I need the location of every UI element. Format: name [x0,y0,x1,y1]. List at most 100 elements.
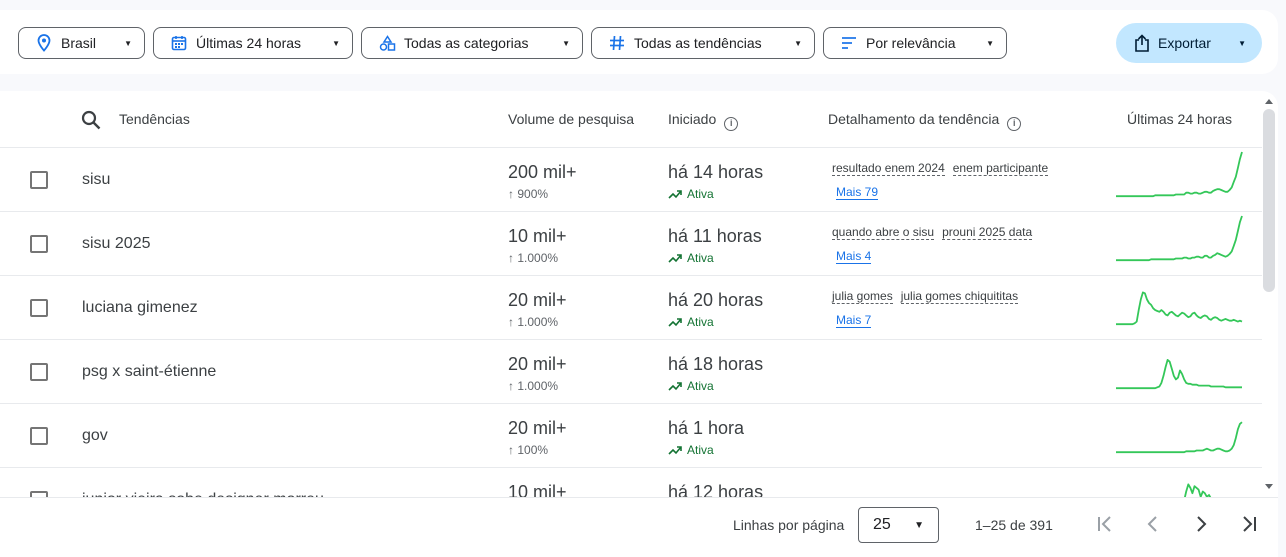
volume-increase-value: 1.000% [517,251,559,265]
hashtag-icon [608,34,626,52]
sparkline-chart [1116,151,1243,198]
sparkline-line [1116,151,1243,198]
sparkline-chart [1116,421,1243,454]
category-filter[interactable]: Todas as categorias ▼ [361,27,583,59]
info-icon[interactable]: i [1007,117,1022,131]
caret-down-icon: ▼ [1238,38,1246,48]
time-filter-label: Últimas 24 horas [196,35,302,51]
header-breakdown: Detalhamento da tendência i [828,111,1022,131]
category-filter-label: Todas as categorias [404,35,529,51]
breakdown-chip[interactable]: resultado enem 2024 [832,161,945,176]
trending-up-icon [668,446,682,455]
rows-per-page-label: Linhas por página [733,517,845,533]
export-label: Exportar [1158,35,1211,51]
more-terms-link[interactable]: Mais 4 [836,249,872,264]
table-row[interactable]: sisu 200 mil+ ↑ 900% há 14 horas Ativa result… [0,148,1262,212]
trending-up-icon [668,318,682,327]
scrollbar-thumb[interactable] [1263,109,1275,292]
trends-table-panel: Tendências Volume de pesquisa Iniciado i … [0,91,1278,557]
volume-increase: ↑ 1.000% [508,315,558,329]
volume-increase: ↑ 1.000% [508,251,558,265]
table-row[interactable]: sisu 2025 10 mil+ ↑ 1.000% há 11 horas Ativa… [0,212,1262,276]
status-label: Ativa [687,443,714,457]
last-page-icon[interactable] [1237,512,1261,536]
sort-lines-icon [840,34,858,52]
rows-per-page-select[interactable]: 25 ▼ [858,507,939,543]
breakdown-terms: resultado enem 2024 enem participante [832,161,1056,176]
calendar-icon [170,34,188,52]
row-checkbox[interactable] [30,235,48,253]
volume-increase-value: 100% [517,443,549,457]
trend-term[interactable]: luciana gimenez [82,299,198,317]
sort-filter[interactable]: Por relevância ▼ [823,27,1007,59]
status-label: Ativa [687,187,714,201]
more-terms-link[interactable]: Mais 79 [836,185,879,200]
sparkline-chart [1184,483,1212,497]
row-checkbox[interactable] [30,427,48,445]
started-time: há 11 horas [668,226,762,246]
header-started[interactable]: Iniciado i [668,111,739,131]
breakdown-chip[interactable]: julia gomes [832,289,893,304]
row-checkbox[interactable] [30,171,48,189]
breakdown-chip[interactable]: enem participante [952,161,1049,176]
trend-term[interactable]: psg x saint-étienne [82,363,216,381]
volume-increase: ↑ 100% [508,443,548,457]
search-volume: 10 mil+ [508,226,567,246]
breakdown-terms: julia gomes julia gomes chiquititas [832,289,1026,304]
first-page-icon[interactable] [1093,512,1117,536]
time-filter[interactable]: Últimas 24 horas ▼ [153,27,353,59]
status-badge: Ativa [668,251,714,265]
trends-filter[interactable]: Todas as tendências ▼ [591,27,815,59]
arrow-up-icon: ↑ [508,187,514,201]
trending-up-icon [668,190,682,199]
caret-down-icon: ▼ [332,38,340,48]
caret-down-icon: ▼ [124,38,132,48]
search-volume: 20 mil+ [508,418,567,438]
status-badge: Ativa [668,443,714,457]
header-trends[interactable]: Tendências [119,111,190,127]
table-body: sisu 200 mil+ ↑ 900% há 14 horas Ativa result… [0,148,1262,497]
row-checkbox[interactable] [30,363,48,381]
arrow-up-icon: ↑ [508,379,514,393]
sparkline-line [1116,215,1243,262]
info-icon[interactable]: i [724,117,739,131]
header-last24: Últimas 24 horas [1127,111,1233,127]
export-button[interactable]: Exportar ▼ [1116,23,1262,63]
header-breakdown-label: Detalhamento da tendência [828,111,1000,127]
table-row[interactable]: luciana gimenez 20 mil+ ↑ 1.000% há 20 hora… [0,276,1262,340]
pagination-bar: Linhas por página 25 ▼ 1–25 de 391 [0,497,1278,557]
volume-increase-value: 1.000% [517,379,559,393]
trend-term[interactable]: sisu [82,171,110,189]
trend-term[interactable]: gov [82,427,108,445]
breakdown-chip[interactable]: prouni 2025 data [942,225,1033,240]
sparkline-chart [1116,358,1242,390]
started-time: há 1 hora [668,418,745,438]
sparkline-chart [1116,291,1243,326]
header-volume[interactable]: Volume de pesquisa [508,111,634,127]
search-icon[interactable] [81,110,101,133]
trending-up-icon [668,382,682,391]
trend-term[interactable]: sisu 2025 [82,235,151,253]
search-volume: 10 mil+ [508,482,567,497]
breakdown-chip[interactable]: quando abre o sisu [832,225,935,240]
location-pin-icon [35,34,53,52]
more-terms-link[interactable]: Mais 7 [836,313,872,328]
caret-down-icon: ▼ [562,38,570,48]
breakdown-terms: quando abre o sisu prouni 2025 data [832,225,1040,240]
table-row[interactable]: junior vieira sobe designer morreu10 mil… [0,468,1262,497]
rows-per-page-value: 25 [873,516,891,533]
next-page-icon[interactable] [1189,512,1213,536]
table-row[interactable]: gov 20 mil+ ↑ 100% há 1 hora Ativa [0,404,1262,468]
started-time: há 18 horas [668,354,764,374]
sparkline-line [1116,291,1243,326]
table-row[interactable]: psg x saint-étienne 20 mil+ ↑ 1.000% há 18 … [0,340,1262,404]
status-badge: Ativa [668,187,714,201]
status-badge: Ativa [668,315,714,329]
header-started-label: Iniciado [668,111,717,127]
country-filter[interactable]: Brasil ▼ [18,27,145,59]
status-label: Ativa [687,379,714,393]
arrow-up-icon: ↑ [508,443,514,457]
breakdown-chip[interactable]: julia gomes chiquititas [900,289,1019,304]
row-checkbox[interactable] [30,299,48,317]
previous-page-icon[interactable] [1141,512,1165,536]
